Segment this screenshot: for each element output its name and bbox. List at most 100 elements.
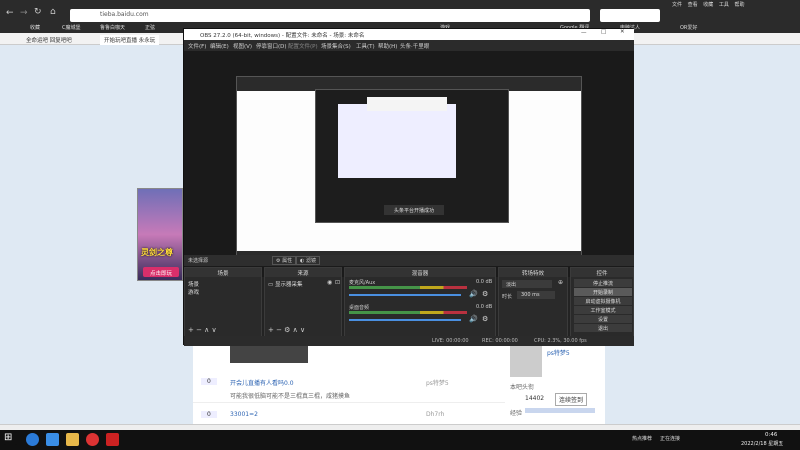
table-row[interactable]: 0 33001=2 Dh7rh	[193, 406, 505, 426]
tab-live[interactable]: 开始玩吧直播 永永玩	[100, 35, 160, 45]
menu-tools[interactable]: 工具(T)	[356, 42, 375, 50]
add-icon[interactable]: ⊕	[558, 279, 563, 286]
minimize-icon[interactable]: —	[581, 30, 587, 36]
duration-label: 时长	[502, 294, 513, 300]
bookmark-item[interactable]: OR爱好	[680, 24, 697, 31]
preview-thumbnail	[367, 97, 447, 111]
mute-icon[interactable]: 🔊	[469, 290, 478, 298]
rank-value: 14402	[525, 395, 545, 402]
virtual-camera-button[interactable]: 启动虚拟摄像机	[574, 297, 632, 305]
obs-title-bar: OBS 27.2.0 (64-bit, windows) - 配置文件: 未命名…	[184, 29, 634, 40]
avatar[interactable]	[510, 345, 542, 377]
address-bar[interactable]: tieba.baidu.com	[70, 9, 590, 22]
menu-file[interactable]: 文件	[672, 2, 682, 8]
properties-button[interactable]: ⚙ 属性	[272, 256, 297, 265]
home-icon[interactable]: ⌂	[50, 7, 56, 17]
back-icon[interactable]: ←	[6, 8, 14, 18]
refresh-icon[interactable]: ↻	[34, 7, 42, 17]
tray-text[interactable]: 热点推荐	[632, 435, 652, 442]
filters-label: 滤镜	[305, 258, 316, 264]
menu-favorites[interactable]: 收藏	[703, 2, 713, 8]
close-icon[interactable]: ✕	[620, 29, 625, 35]
reply-count: 0	[201, 411, 217, 418]
studio-mode-button[interactable]: 工作室模式	[574, 306, 632, 314]
scenes-dock: 场景 场景 游戏 + − ∧ ∨	[184, 267, 262, 337]
scene-item[interactable]: 场景	[188, 280, 199, 288]
filters-button[interactable]: ◐ 滤镜	[296, 256, 320, 265]
clock-date[interactable]: 2022/2/18 星期五	[741, 440, 783, 447]
preview-canvas[interactable]: 头条平台开播成功	[236, 76, 582, 266]
tab-tieba[interactable]: 全命运吧 回复吧吧	[22, 35, 76, 45]
settings-button[interactable]: 设置	[574, 315, 632, 323]
menu-file[interactable]: 文件(F)	[188, 42, 206, 50]
desktop-meter	[349, 311, 467, 314]
add-source-button[interactable]: + − ⚙ ∧ ∨	[268, 326, 305, 334]
bookmark-item[interactable]: C魔城堡	[62, 24, 81, 31]
menu-plugin[interactable]: 头条·千里眼	[400, 42, 429, 50]
toast-message: 头条平台开播成功	[384, 205, 444, 215]
post-author[interactable]: ps特梦5	[426, 378, 449, 387]
menu-edit[interactable]: 编辑(E)	[210, 42, 229, 50]
transition-select[interactable]: 淡出	[502, 280, 552, 288]
menu-help[interactable]: 帮助(H)	[378, 42, 397, 50]
desktop-volume-slider[interactable]	[349, 319, 461, 321]
folder-icon[interactable]	[66, 433, 79, 446]
lock-icon[interactable]: ⊡	[335, 279, 340, 286]
menu-tools[interactable]: 工具	[719, 2, 729, 8]
eye-icon[interactable]: ◉	[327, 279, 332, 286]
menu-docks[interactable]: 停靠窗口(D)	[256, 42, 287, 50]
gear-icon[interactable]: ⚙	[482, 315, 488, 323]
preview-area: 头条平台开播成功	[184, 51, 634, 277]
scene-item[interactable]: 游戏	[188, 288, 199, 296]
obs-window: OBS 27.2.0 (64-bit, windows) - 配置文件: 未命名…	[183, 28, 634, 346]
edge-icon[interactable]	[46, 433, 59, 446]
ad-play-button[interactable]: 点击即玩	[143, 267, 179, 277]
post-thumbnail	[230, 345, 308, 363]
browser-icon[interactable]	[26, 433, 39, 446]
sign-button[interactable]: 连续签到	[555, 393, 588, 406]
net-text[interactable]: 正在连接	[660, 435, 680, 442]
menu-view[interactable]: 查看	[688, 2, 698, 8]
user-name[interactable]: ps特梦5	[547, 348, 570, 357]
reply-count: 0	[201, 378, 217, 385]
properties-label: 属性	[282, 258, 293, 264]
bookmark-item[interactable]: 正弦	[145, 24, 155, 31]
table-row[interactable]: 0 开会儿直播有人看吗0.0 ps特梦5 可能我很低脑可能不是三棍真三棍，咸猪摸…	[193, 373, 505, 403]
mute-icon[interactable]: 🔊	[469, 315, 478, 323]
gear-icon[interactable]: ⚙	[482, 290, 488, 298]
post-title[interactable]: 开会儿直播有人看吗0.0	[230, 378, 294, 387]
live-timer: LIVE: 00:00:00	[432, 338, 469, 344]
exit-button[interactable]: 退出	[574, 324, 632, 332]
sources-header: 来源	[265, 268, 341, 277]
maximize-icon[interactable]: □	[601, 29, 606, 35]
mic-volume-slider[interactable]	[349, 294, 461, 296]
menu-view[interactable]: 视图(V)	[233, 42, 252, 50]
app-icon[interactable]	[106, 433, 119, 446]
duration-input[interactable]: 300 ms	[517, 291, 555, 299]
post-author[interactable]: Dh7rh	[426, 411, 444, 418]
forward-icon[interactable]: →	[20, 8, 28, 18]
controls-dock: 控件 停止推流 开始录制 启动虚拟摄像机 工作室模式 设置 退出	[570, 267, 634, 337]
search-box[interactable]	[600, 9, 660, 22]
post-title[interactable]: 33001=2	[230, 411, 258, 418]
menu-profile[interactable]: 配置文件(P)	[288, 42, 318, 50]
clock-time[interactable]: 0:46	[765, 432, 777, 438]
transitions-header: 转场特效	[499, 268, 567, 277]
bookmark-item[interactable]: 鲁鲁白咖天	[100, 24, 125, 31]
mic-label: 麦克风/Aux	[349, 280, 376, 286]
add-scene-button[interactable]: + − ∧ ∨	[188, 326, 217, 334]
start-icon[interactable]: ⊞	[4, 432, 17, 445]
game-ad-banner[interactable]: 灵剑之尊 点击即玩	[137, 188, 183, 281]
window-menu: 文件 查看 收藏 工具 帮助	[672, 1, 744, 8]
source-item[interactable]: ▭ 显示器采集	[268, 280, 302, 288]
menu-help[interactable]: 帮助	[734, 2, 744, 8]
bookmark-item[interactable]: 收藏	[30, 24, 40, 31]
desktop-audio-db: 0.0 dB	[476, 304, 493, 310]
start-recording-button[interactable]: 开始录制	[574, 288, 632, 296]
netease-icon[interactable]	[86, 433, 99, 446]
obs-menu-bar: 文件(F) 编辑(E) 视图(V) 停靠窗口(D) 配置文件(P) 场景集合(S…	[184, 40, 634, 51]
transitions-dock: 转场特效 淡出 ⊕ 时长 300 ms	[498, 267, 568, 337]
windows-taskbar: ⊞ 热点推荐 正在连接 0:46 2022/2/18 星期五	[0, 430, 800, 450]
stop-stream-button[interactable]: 停止推流	[574, 279, 632, 287]
menu-scene-collection[interactable]: 场景集合(S)	[321, 42, 351, 50]
